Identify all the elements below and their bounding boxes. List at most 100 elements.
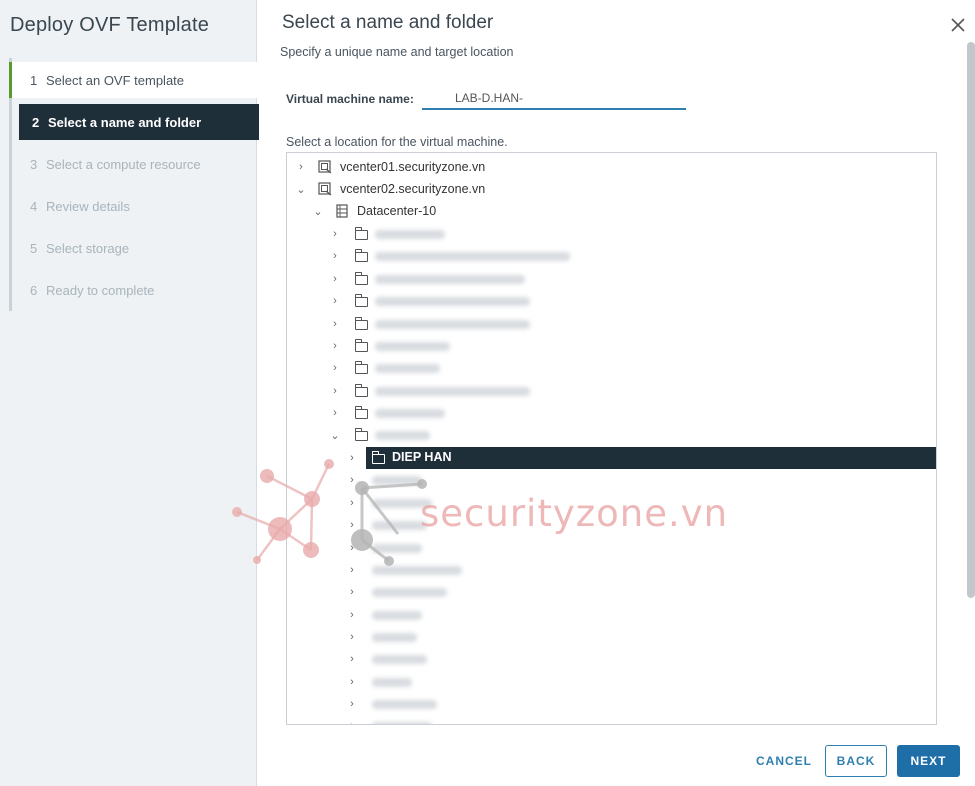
redacted-label: [372, 678, 412, 687]
chevron-right-icon[interactable]: ›: [329, 228, 341, 240]
chevron-right-icon[interactable]: ›: [329, 318, 341, 330]
step-number: 2: [32, 114, 40, 130]
chevron-right-icon[interactable]: ›: [346, 609, 358, 621]
chevron-right-icon[interactable]: ›: [329, 362, 341, 374]
tree-node-folder[interactable]: ›: [287, 626, 936, 648]
step-label: Review details: [46, 198, 130, 214]
chevron-right-icon[interactable]: ›: [329, 407, 341, 419]
step-number: 1: [30, 72, 38, 88]
vm-name-input[interactable]: [422, 88, 686, 110]
chevron-right-icon[interactable]: ›: [346, 676, 358, 688]
folder-icon: [355, 317, 368, 330]
tree-node-folder[interactable]: ›: [287, 290, 936, 312]
step-number: 6: [30, 282, 38, 298]
chevron-right-icon[interactable]: ›: [346, 586, 358, 598]
redacted-label: [375, 431, 430, 440]
vcenter-icon: [318, 160, 332, 174]
tree-node-folder[interactable]: ›: [287, 648, 936, 670]
redacted-label: [375, 230, 445, 239]
redacted-label: [375, 409, 445, 418]
datacenter-icon: [336, 204, 348, 218]
vertical-scrollbar[interactable]: [967, 42, 975, 598]
step-label: Select storage: [46, 240, 130, 256]
page-subtitle: Specify a unique name and target locatio…: [280, 45, 514, 59]
redacted-label: [372, 655, 427, 664]
watermark-network-icon: [232, 459, 427, 566]
back-button[interactable]: BACK: [825, 745, 887, 777]
step-select-ovf-template[interactable]: 1 Select an OVF template: [9, 62, 257, 98]
folder-icon: [355, 227, 368, 240]
step-number: 5: [30, 240, 38, 256]
tree-node-folder-expanded[interactable]: ⌄: [287, 424, 936, 446]
folder-icon: [355, 361, 368, 374]
vm-name-label: Virtual machine name:: [286, 92, 414, 106]
redacted-label: [372, 700, 437, 709]
chevron-right-icon[interactable]: ›: [329, 340, 341, 352]
redacted-label: [375, 342, 450, 351]
chevron-right-icon[interactable]: ›: [329, 273, 341, 285]
step-number: 4: [30, 198, 38, 214]
tree-node-vcenter01[interactable]: › vcenter01.securityzone.vn: [287, 156, 936, 178]
step-label: Select a compute resource: [46, 156, 201, 172]
tree-node-folder[interactable]: ›: [287, 671, 936, 693]
redacted-label: [372, 611, 422, 620]
folder-icon: [355, 384, 368, 397]
close-icon[interactable]: [948, 16, 968, 36]
tree-node-folder[interactable]: ›: [287, 693, 936, 715]
tree-node-folder[interactable]: ›: [287, 268, 936, 290]
chevron-right-icon[interactable]: ›: [346, 631, 358, 643]
tree-node-folder[interactable]: ›: [287, 335, 936, 357]
chevron-right-icon[interactable]: ›: [346, 653, 358, 665]
step-label: Ready to complete: [46, 282, 155, 298]
folder-icon: [355, 339, 368, 352]
step-label: Select an OVF template: [46, 72, 185, 88]
location-label: Select a location for the virtual machin…: [286, 135, 508, 149]
tree-node-folder[interactable]: ›: [287, 604, 936, 626]
chevron-down-icon[interactable]: ⌄: [329, 429, 341, 442]
wizard-sidebar: Deploy OVF Template 1 Select an OVF temp…: [0, 0, 259, 786]
cancel-button[interactable]: CANCEL: [750, 745, 818, 777]
chevron-right-icon[interactable]: ›: [346, 720, 358, 724]
tree-node-label: vcenter01.securityzone.vn: [340, 160, 486, 174]
wizard-title: Deploy OVF Template: [10, 14, 210, 36]
tree-node-folder[interactable]: ›: [287, 581, 936, 603]
chevron-right-icon[interactable]: ›: [295, 161, 307, 173]
tree-node-folder[interactable]: ›: [287, 313, 936, 335]
watermark-text: securityzone.vn: [420, 492, 729, 535]
chevron-right-icon[interactable]: ›: [346, 698, 358, 710]
wizard-steps: 1 Select an OVF template 2 Select a name…: [9, 58, 259, 311]
redacted-label: [375, 364, 440, 373]
chevron-right-icon[interactable]: ›: [329, 385, 341, 397]
tree-node-folder[interactable]: ›: [287, 223, 936, 245]
tree-node-label: vcenter02.securityzone.vn: [340, 182, 486, 196]
redacted-label: [372, 588, 447, 597]
folder-icon: [355, 272, 368, 285]
page-title: Select a name and folder: [282, 12, 494, 33]
chevron-right-icon[interactable]: ›: [329, 295, 341, 307]
chevron-down-icon[interactable]: ⌄: [295, 183, 307, 196]
chevron-right-icon[interactable]: ›: [329, 250, 341, 262]
redacted-label: [375, 320, 530, 329]
step-select-name-and-folder[interactable]: 2 Select a name and folder: [19, 104, 259, 140]
tree-node-folder[interactable]: ›: [287, 715, 936, 724]
step-label: Select a name and folder: [48, 114, 202, 130]
tree-node-folder[interactable]: ›: [287, 357, 936, 379]
selected-highlight: DIEP HAN: [366, 447, 936, 469]
step-select-storage: 5 Select storage: [12, 230, 257, 266]
step-select-compute-resource: 3 Select a compute resource: [12, 146, 257, 182]
tree-node-vcenter02[interactable]: ⌄ vcenter02.securityzone.vn: [287, 178, 936, 200]
next-button[interactable]: NEXT: [897, 745, 960, 777]
redacted-label: [375, 297, 530, 306]
location-tree: › vcenter01.securityzone.vn ⌄ vcenter02.…: [286, 152, 937, 725]
redacted-label: [375, 252, 570, 261]
tree-node-folder[interactable]: ›: [287, 380, 936, 402]
vcenter-icon: [318, 182, 332, 196]
folder-icon: [355, 249, 368, 262]
step-review-details: 4 Review details: [12, 188, 257, 224]
tree-node-datacenter[interactable]: ⌄ Datacenter-10: [287, 200, 936, 222]
tree-node-folder[interactable]: ›: [287, 245, 936, 267]
folder-icon: [355, 294, 368, 307]
tree-node-folder[interactable]: ›: [287, 402, 936, 424]
folder-icon: [355, 406, 368, 419]
chevron-down-icon[interactable]: ⌄: [312, 205, 324, 218]
